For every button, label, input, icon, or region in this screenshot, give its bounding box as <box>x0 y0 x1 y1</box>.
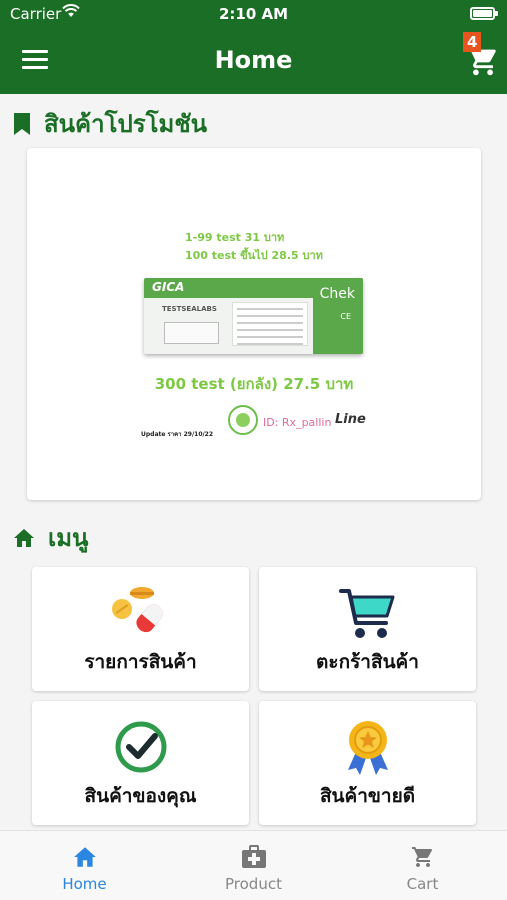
bookmark-icon <box>14 112 30 135</box>
bottom-tab-bar: Home Product Cart <box>0 830 507 900</box>
promotion-banner[interactable]: 1-99 test 31 บาท 100 test ขึ้นไป 28.5 บา… <box>27 148 481 500</box>
test-kit-image: GICA Chek CE TESTSEALABS <box>144 278 363 354</box>
home-icon <box>73 847 96 867</box>
promotion-heading-label: สินค้าโปรโมชัน <box>44 110 208 138</box>
menu-my-products-button[interactable]: สินค้าของคุณ <box>32 701 249 825</box>
shopping-cart-icon <box>338 589 394 638</box>
medkit-icon <box>241 845 266 868</box>
check-circle-icon <box>115 721 166 773</box>
promo-update-date: Update ราคา 29/10/22 <box>141 431 214 438</box>
promo-main-price: 300 test (ยกลัง) 27.5 บาท <box>154 375 354 393</box>
promo-price-line-1: 1-99 test 31 บาท <box>185 231 285 244</box>
tab-home[interactable]: Home <box>0 831 169 900</box>
tab-cart[interactable]: Cart <box>338 831 507 900</box>
tab-cart-label: Cart <box>406 875 439 893</box>
kit-chek-label: Chek <box>319 286 355 302</box>
kit-brand: TESTSEALABS <box>162 305 217 313</box>
cart-count-badge: 4 <box>463 32 482 52</box>
award-ribbon-icon <box>347 721 388 775</box>
app-bar: Home 4 <box>0 28 507 94</box>
menu-my-products-label: สินค้าของคุณ <box>84 785 197 807</box>
promotion-heading: สินค้าโปรโมชัน <box>12 104 207 143</box>
top-bar: Carrier 2:10 AM Home 4 <box>0 0 507 94</box>
kit-ce-mark: CE <box>340 312 351 321</box>
menu-best-sellers-button[interactable]: สินค้าขายดี <box>259 701 476 825</box>
menu-heading-label: เมนู <box>48 524 89 552</box>
menu-best-sellers-label: สินค้าขายดี <box>319 785 416 807</box>
promo-price-line-2: 100 test ขึ้นไป 28.5 บาท <box>185 249 323 262</box>
cart-icon <box>411 847 432 867</box>
home-icon <box>14 528 34 547</box>
tab-product-label: Product <box>225 875 282 893</box>
line-logo: Line <box>335 412 366 427</box>
kit-name: GICA <box>152 280 185 294</box>
menu-product-list-label: รายการสินค้า <box>84 651 197 673</box>
pharmacy-logo <box>228 405 258 435</box>
pills-icon <box>111 587 162 633</box>
menu-cart-button[interactable]: ตะกร้าสินค้า <box>259 567 476 691</box>
line-id-text: ID: Rx_pallin <box>263 416 332 429</box>
menu-product-list-button[interactable]: รายการสินค้า <box>32 567 249 691</box>
tab-product[interactable]: Product <box>169 831 338 900</box>
header-cart-button[interactable]: 4 <box>463 32 504 82</box>
battery-icon <box>470 7 498 20</box>
tab-home-label: Home <box>62 875 107 893</box>
menu-heading: เมนู <box>12 518 88 557</box>
status-bar: Carrier 2:10 AM <box>0 0 507 28</box>
status-time: 2:10 AM <box>218 5 289 23</box>
page-title: Home <box>214 46 293 74</box>
menu-cart-label: ตะกร้าสินค้า <box>316 651 419 673</box>
